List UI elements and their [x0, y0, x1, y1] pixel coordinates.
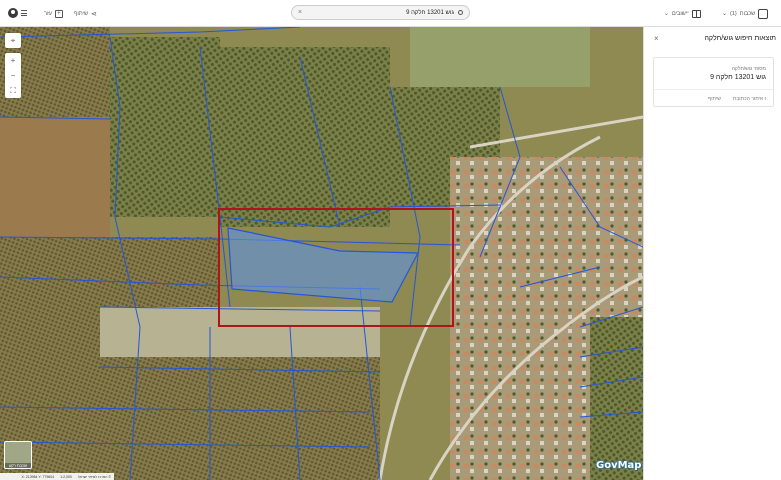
map-controls: ⌖	[5, 33, 21, 48]
plus-square-icon: +	[54, 9, 63, 18]
search-box[interactable]: × גוש 13201 חלקה 9	[291, 5, 470, 20]
layers-label: שכבות	[739, 10, 756, 17]
chevron-down-icon: ⌄	[664, 11, 670, 17]
basemap-label: שכבת רקע	[5, 463, 31, 468]
field-ne	[410, 27, 590, 87]
coordinates-text: X: 213964 Y: 779604	[21, 474, 55, 479]
orchard-se	[590, 317, 643, 480]
top-bar: עזר + שיתוף ⋖ × גוש 13201 חלקה 9 ⌄ יישוב…	[0, 0, 781, 27]
card-actions: ז‫ איתור הכתובת שיתוף	[708, 96, 766, 102]
card-label: מספר גוש/חלקה	[731, 66, 766, 72]
card-value: גוש 13201 חלקה 9	[710, 74, 766, 81]
zoom-in-button[interactable]: +	[5, 53, 21, 68]
result-card[interactable]: מספר גוש/חלקה גוש 13201 חלקה 9 ז‫ איתור …	[653, 57, 774, 107]
zoom-out-button[interactable]: −	[5, 68, 21, 83]
orchard-center	[220, 47, 390, 227]
divider	[654, 89, 773, 90]
share-label: שיתוף	[74, 10, 88, 17]
edit-label: עזר	[44, 10, 52, 17]
results-panel: × תוצאות חיפוש גוש/חלקה מספר גוש/חלקה גו…	[643, 27, 781, 480]
fullscreen-icon[interactable]: ⛶	[5, 83, 21, 98]
locate-address-link[interactable]: ז‫ איתור הכתובת	[733, 96, 766, 102]
settlements-icon	[691, 9, 701, 18]
share-button[interactable]: שיתוף ⋖	[74, 0, 97, 27]
user-avatar-icon[interactable]	[8, 8, 18, 18]
search-input[interactable]: גוש 13201 חלקה 9	[302, 10, 458, 16]
edit-button[interactable]: עזר +	[44, 0, 63, 27]
field-w	[0, 117, 110, 237]
location-icon[interactable]: ⌖	[5, 33, 21, 48]
settlements-dropdown[interactable]: ⌄ יישובים	[664, 0, 701, 27]
layers-count: (1)	[730, 10, 737, 17]
chevron-down-icon: ⌄	[722, 11, 728, 17]
layers-dropdown[interactable]: ⌄ (1) שכבות	[722, 0, 769, 27]
search-icon[interactable]	[458, 10, 463, 15]
copyright-text: © המרכז למיפוי ישראל	[77, 474, 111, 479]
zoom-controls: + − ⛶	[5, 53, 21, 98]
share-link[interactable]: שיתוף	[708, 96, 721, 102]
map-svg	[0, 27, 643, 480]
hamburger-menu-icon[interactable]	[21, 10, 27, 18]
map-canvas[interactable]: ⌖ + − ⛶ שכבת רקע © המרכז למיפוי ישראל 1:…	[0, 27, 643, 480]
close-icon[interactable]: ×	[654, 34, 659, 43]
basemap-switcher[interactable]: שכבת רקע	[4, 441, 32, 469]
panel-title: תוצאות חיפוש גוש/חלקה	[704, 34, 776, 42]
orchard-n	[110, 37, 220, 217]
map-footer: © המרכז למיפוי ישראל 1:2,000 X: 213964 Y…	[0, 473, 114, 480]
layers-icon	[758, 8, 769, 19]
share-icon: ⋖	[91, 10, 97, 18]
orchard-s	[0, 357, 380, 480]
scale-text: 1:2,000	[60, 474, 72, 479]
panel-header: × תוצאות חיפוש גוש/חלקה	[644, 27, 781, 49]
settlements-label: יישובים	[672, 10, 689, 17]
govmap-logo: GovMap	[596, 460, 642, 471]
